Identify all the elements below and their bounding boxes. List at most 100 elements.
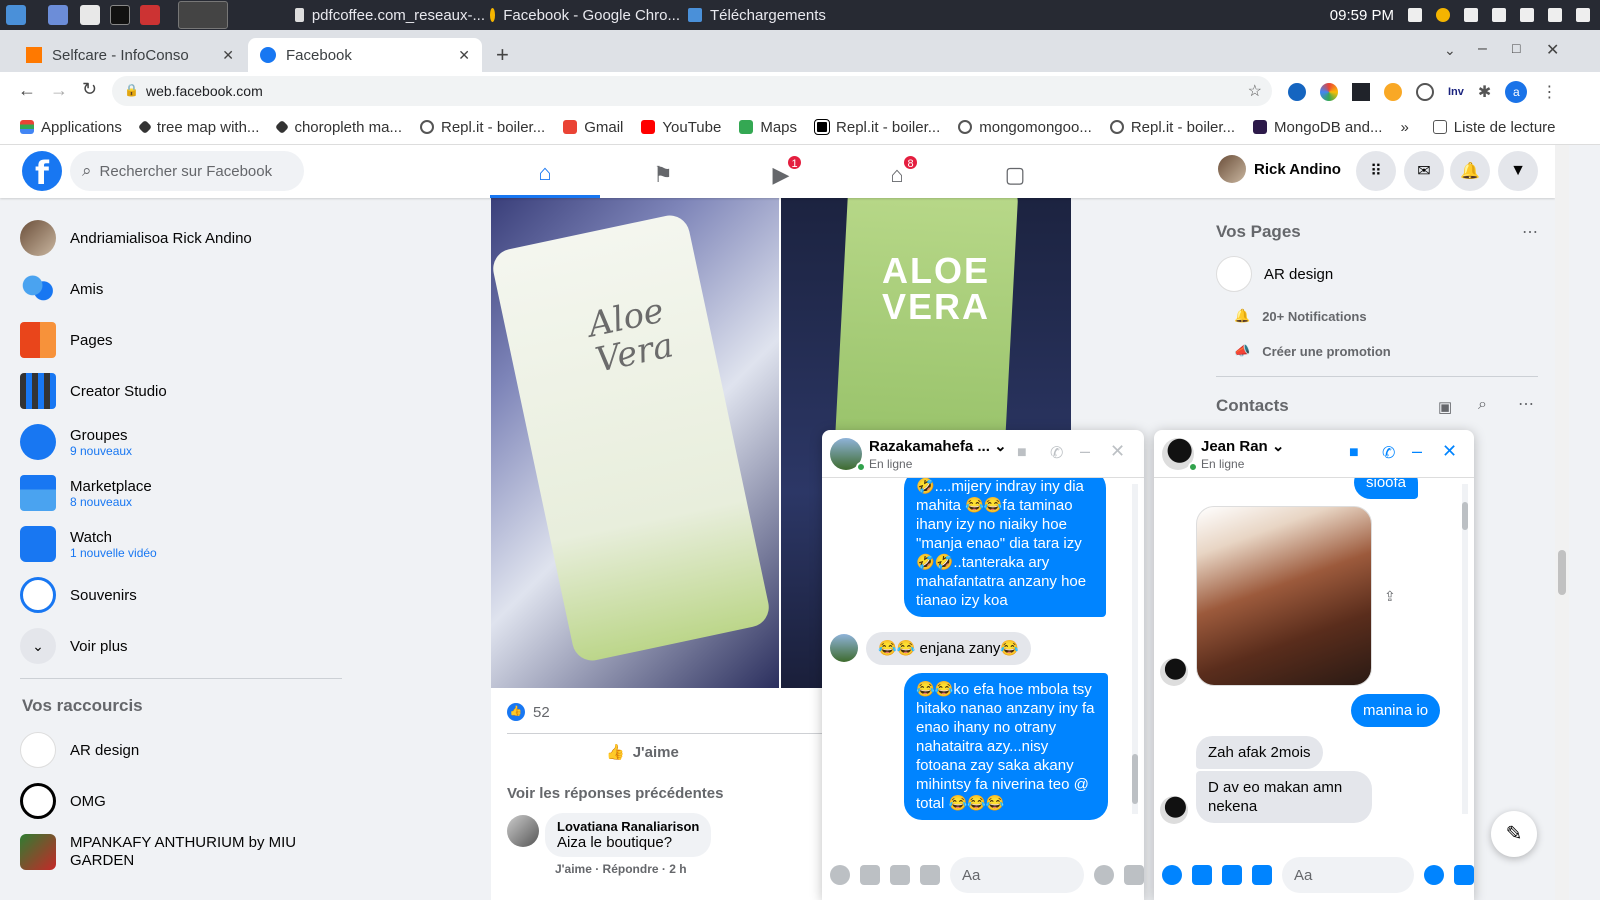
shortcut-omg[interactable]: OMG [20, 783, 106, 819]
gif-icon[interactable] [1252, 865, 1272, 885]
share-icon[interactable]: ⇪ [1384, 588, 1396, 605]
forward-icon[interactable]: → [50, 80, 68, 101]
sidebar-item-groups[interactable]: Groupes 9 nouveaux [20, 424, 132, 460]
extension-icon[interactable] [1288, 83, 1306, 101]
sidebar-item-profile[interactable]: Andriamialisoa Rick Andino [20, 220, 252, 256]
sidebar-item-marketplace[interactable]: Marketplace 8 nouveaux [20, 475, 152, 511]
video-call-icon[interactable]: ■ [1349, 444, 1359, 462]
clock[interactable]: 09:59 PM [1330, 7, 1394, 24]
bookmark-replit-2[interactable]: Repl.it - boiler... [814, 119, 940, 136]
wifi-icon[interactable] [1408, 8, 1422, 22]
bookmark-replit-3[interactable]: Repl.it - boiler... [1109, 119, 1235, 136]
chat-contact-name[interactable]: Razakamahefa ... ⌄ [869, 437, 1007, 455]
notification-bell-icon[interactable] [1492, 8, 1506, 22]
bookmark-gmail[interactable]: Gmail [563, 119, 623, 136]
page-notifications-link[interactable]: 🔔 20+ Notifications [1234, 308, 1367, 324]
extension-icon[interactable] [1416, 83, 1434, 101]
message-incoming[interactable]: 😂😂 enjana zany😂 [866, 632, 1032, 665]
reading-list-button[interactable]: Liste de lecture [1432, 119, 1556, 136]
more-options-icon[interactable]: ⋯ [1522, 222, 1538, 242]
search-contacts-icon[interactable]: ⌕ [1478, 396, 1487, 414]
thumbs-up-icon[interactable] [1124, 865, 1144, 885]
taskbar-window-pdf[interactable]: pdfcoffee.com_reseaux-... [295, 0, 485, 30]
message-input[interactable]: Aa [950, 857, 1084, 893]
gif-icon[interactable] [920, 865, 940, 885]
page-scrollbar[interactable] [1555, 145, 1569, 900]
minimize-chat-icon[interactable]: – [1080, 441, 1090, 462]
close-chat-icon[interactable]: ✕ [1110, 441, 1125, 462]
terminal-icon[interactable] [110, 5, 130, 25]
react-devtools-icon[interactable] [1352, 83, 1370, 101]
message-input[interactable]: Aa [1282, 857, 1414, 893]
message-incoming[interactable]: D av eo makan amn nekena [1196, 771, 1372, 823]
tab-search-chevron-icon[interactable]: ⌄ [1444, 42, 1456, 59]
lock-icon[interactable] [1548, 8, 1562, 22]
shortcut-mpankafy[interactable]: MPANKAFY ANTHURIUM by MIU GARDEN [20, 834, 320, 870]
sticker-icon[interactable] [1222, 865, 1242, 885]
video-call-icon[interactable]: ■ [1017, 444, 1027, 462]
extensions-puzzle-icon[interactable]: ✱ [1478, 82, 1491, 102]
profile-avatar[interactable]: a [1505, 81, 1528, 103]
bookmark-youtube[interactable]: YouTube [641, 119, 721, 136]
bookmark-choropleth[interactable]: choropleth ma... [275, 119, 402, 136]
close-window-icon[interactable]: ✕ [1546, 40, 1559, 60]
close-chat-icon[interactable]: ✕ [1442, 441, 1457, 462]
previous-replies-link[interactable]: Voir les réponses précédentes [507, 785, 723, 802]
maximize-window-icon[interactable]: □ [1512, 40, 1520, 56]
bookmark-applications[interactable]: Applications [20, 119, 122, 136]
sidebar-item-watch[interactable]: Watch 1 nouvelle vidéo [20, 526, 157, 562]
message-incoming[interactable]: Zah afak 2mois [1196, 736, 1323, 769]
nav-gaming[interactable]: ▢ [960, 151, 1070, 198]
bookmark-maps[interactable]: Maps [739, 119, 797, 136]
messenger-button[interactable]: ✉ [1404, 151, 1444, 191]
photo-icon[interactable] [860, 865, 880, 885]
shortcut-ar-design[interactable]: AR design [20, 732, 139, 768]
minimize-chat-icon[interactable]: – [1412, 441, 1422, 462]
new-message-button[interactable]: ✎ [1491, 811, 1537, 857]
chat-contact-name[interactable]: Jean Ran ⌄ [1201, 437, 1284, 455]
comment-actions[interactable]: J'aime · Répondre · 2 h [555, 862, 687, 876]
account-menu-button[interactable]: ▼ [1498, 151, 1538, 191]
message-outgoing[interactable]: 🤣....mijery indray iny dia mahita 😂😂fa t… [904, 478, 1106, 617]
profile-shortcut[interactable]: Rick Andino [1218, 155, 1341, 183]
plus-icon[interactable] [1162, 865, 1182, 885]
taskbar-window-facebook[interactable]: Facebook - Google Chro... [490, 0, 680, 30]
thumbs-up-icon[interactable] [1454, 865, 1474, 885]
reload-icon[interactable]: ↻ [82, 79, 97, 100]
menu-grid-button[interactable]: ⠿ [1356, 151, 1396, 191]
files-icon[interactable] [80, 5, 100, 25]
minimize-window-icon[interactable]: – [1478, 40, 1487, 58]
recorder-icon[interactable] [140, 5, 160, 25]
start-menu-icon[interactable] [6, 5, 26, 25]
tab-facebook[interactable]: Facebook ✕ [248, 38, 482, 72]
bookmarks-overflow-button[interactable]: » [1400, 119, 1408, 136]
close-tab-icon[interactable]: ✕ [458, 47, 470, 64]
message-outgoing[interactable]: sioofa [1354, 478, 1419, 499]
sidebar-item-pages[interactable]: Pages [20, 322, 113, 358]
contacts-more-icon[interactable]: ⋯ [1518, 394, 1534, 414]
bookmark-star-icon[interactable]: ☆ [1248, 81, 1262, 101]
new-tab-button[interactable]: + [496, 42, 509, 68]
chrome-taskbar-icon[interactable] [178, 1, 228, 29]
battery-icon[interactable] [1520, 8, 1534, 22]
like-button[interactable]: 👍 J'aime [606, 743, 679, 762]
photo-icon[interactable] [1192, 865, 1212, 885]
phone-icon[interactable]: ✆ [1382, 443, 1395, 463]
chrome-tray-icon[interactable] [1436, 8, 1450, 22]
nav-marketplace[interactable]: ⌂ 8 [842, 151, 952, 198]
tab-selfcare[interactable]: Selfcare - InfoConso ✕ [14, 38, 246, 72]
sidebar-item-see-more[interactable]: ⌄ Voir plus [20, 628, 128, 664]
sidebar-item-memories[interactable]: Souvenirs [20, 577, 137, 613]
comment-author[interactable]: Lovatiana Ranaliarison [557, 819, 699, 834]
desktop-icon[interactable] [48, 5, 68, 25]
more-menu-icon[interactable]: ⋮ [1541, 82, 1557, 102]
shared-photo[interactable] [1196, 506, 1372, 686]
scrollbar[interactable] [1462, 484, 1468, 814]
close-tab-icon[interactable]: ✕ [222, 47, 234, 64]
facebook-logo-icon[interactable]: f [22, 151, 62, 192]
sidebar-item-friends[interactable]: Amis [20, 271, 103, 307]
bookmark-mongodb[interactable]: MongoDB and... [1253, 119, 1382, 136]
volume-icon[interactable] [1464, 8, 1478, 22]
nav-watch[interactable]: ▶ 1 [726, 151, 836, 198]
search-input[interactable]: ⌕ Rechercher sur Facebook [70, 151, 304, 191]
